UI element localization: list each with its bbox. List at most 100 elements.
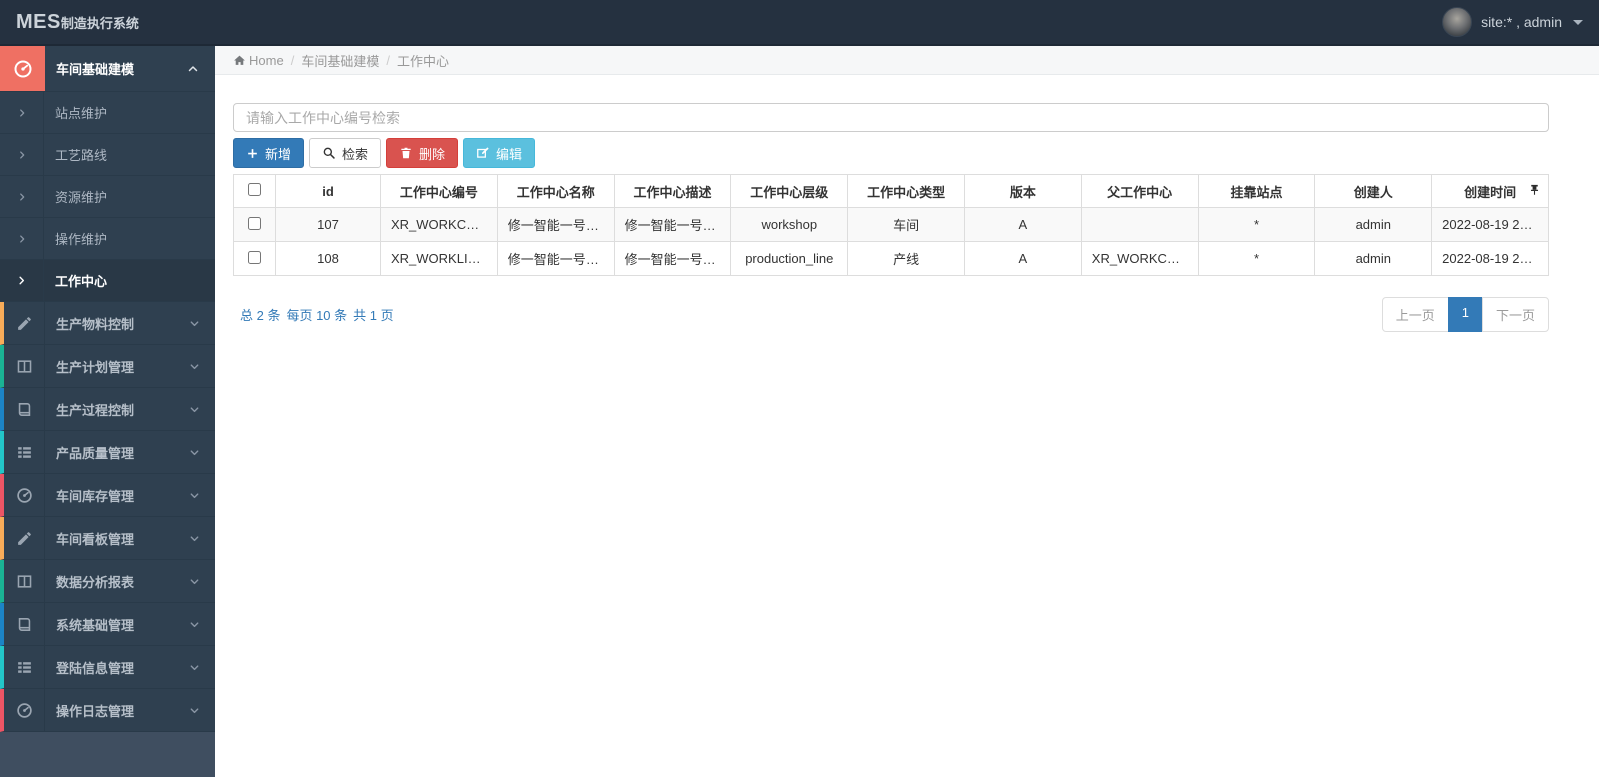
- chevron-down-icon: [189, 302, 215, 344]
- search-icon: [322, 146, 336, 160]
- sidebar-item-production-plan-management[interactable]: 生产计划管理: [0, 345, 215, 388]
- logo-suffix: 制造执行系统: [60, 15, 139, 31]
- chevron-down-icon: [189, 646, 215, 688]
- pagination: 上一页 1 下一页: [1381, 297, 1549, 332]
- pagination-summary: 总 2 条 每页 10 条 共 1 页: [240, 305, 394, 324]
- avatar: [1442, 7, 1473, 37]
- edit-button-label: 编辑: [496, 146, 523, 162]
- sidebar-item-label: 站点维护: [55, 106, 108, 121]
- plus-icon: [246, 147, 259, 160]
- sidebar-item-label: 车间看板管理: [56, 531, 135, 547]
- add-button[interactable]: 新增: [233, 138, 305, 168]
- edit-icon: [4, 517, 45, 559]
- sidebar-item-label: 车间库存管理: [56, 488, 135, 504]
- sidebar-item-production-process-control[interactable]: 生产过程控制: [0, 388, 215, 431]
- sidebar-item-system-basic-management[interactable]: 系统基础管理: [0, 603, 215, 646]
- table-row[interactable]: 107 XR_WORKCEN... 修一智能一号车间 修一智能一号车间 work…: [233, 207, 1549, 242]
- next-page-button[interactable]: 下一页: [1481, 297, 1549, 332]
- breadcrumb: Home / 车间基础建模 / 工作中心: [215, 46, 1599, 75]
- sidebar-item-workshop-kanban-management[interactable]: 车间看板管理: [0, 517, 215, 560]
- row-checkbox[interactable]: [248, 250, 261, 264]
- search-button[interactable]: 检索: [309, 138, 382, 168]
- sidebar-item-label: 生产过程控制: [56, 402, 135, 418]
- delete-button[interactable]: 删除: [386, 138, 459, 168]
- sidebar-item-workshop-inventory-management[interactable]: 车间库存管理: [0, 474, 215, 517]
- column-header-description: 工作中心描述: [613, 174, 732, 208]
- sidebar-item-production-material-control[interactable]: 生产物料控制: [0, 302, 215, 345]
- column-header-version: 版本: [963, 174, 1082, 208]
- pagination-row: 总 2 条 每页 10 条 共 1 页 上一页 1 下一页: [233, 297, 1549, 332]
- page-size-selector[interactable]: 每页 10 条: [286, 305, 347, 324]
- chevron-right-icon: [0, 260, 44, 301]
- dashboard-icon: [4, 689, 45, 731]
- topbar: MES 制造执行系统 site:* , admin: [0, 0, 1599, 46]
- sidebar-item-site-maintenance[interactable]: 站点维护: [0, 92, 215, 134]
- sidebar-item-data-analysis-report[interactable]: 数据分析报表: [0, 560, 215, 603]
- add-button-label: 新增: [265, 146, 292, 162]
- chevron-right-icon: [0, 92, 44, 133]
- chevron-down-icon: [189, 431, 215, 473]
- page-1-button[interactable]: 1: [1447, 297, 1483, 332]
- caret-down-icon: [1573, 19, 1583, 25]
- column-header-creator: 创建人: [1314, 174, 1433, 208]
- column-header-create-time-label: 创建时间: [1464, 184, 1517, 200]
- columns-icon: [4, 560, 45, 602]
- row-checkbox[interactable]: [248, 216, 261, 230]
- row-select-cell: [233, 207, 276, 242]
- edit-button[interactable]: 编辑: [463, 138, 536, 168]
- column-header-id: id: [275, 174, 381, 208]
- sidebar-item-label: 数据分析报表: [56, 574, 135, 590]
- sidebar-item-label: 工作中心: [55, 274, 108, 289]
- dashboard-icon: [0, 46, 45, 91]
- sidebar-item-label: 工艺路线: [55, 148, 108, 163]
- sidebar-item-label: 操作日志管理: [56, 703, 135, 719]
- header-select-all: [233, 174, 276, 208]
- column-header-name: 工作中心名称: [496, 174, 615, 208]
- toolbar: 新增 检索 删除 编辑: [233, 138, 1549, 168]
- book-icon: [4, 603, 45, 645]
- chevron-right-icon: [0, 134, 44, 175]
- sidebar-item-operation-log-management[interactable]: 操作日志管理: [0, 689, 215, 732]
- table-header-row: id 工作中心编号 工作中心名称 工作中心描述 工作中心层级 工作中心类型 版本…: [233, 174, 1549, 208]
- sidebar-item-product-quality-management[interactable]: 产品质量管理: [0, 431, 215, 474]
- prev-page-button[interactable]: 上一页: [1381, 297, 1449, 332]
- app-logo: MES 制造执行系统: [16, 11, 139, 34]
- chevron-down-icon: [189, 345, 215, 387]
- chevron-right-icon: [0, 218, 44, 259]
- column-header-site: 挂靠站点: [1197, 174, 1316, 208]
- sidebar-item-resource-maintenance[interactable]: 资源维护: [0, 176, 215, 218]
- home-icon: [233, 54, 246, 67]
- sidebar-item-operation-maintenance[interactable]: 操作维护: [0, 218, 215, 260]
- select-all-checkbox[interactable]: [248, 183, 261, 196]
- column-header-create-time: 创建时间: [1431, 174, 1549, 208]
- user-menu[interactable]: site:* , admin: [1442, 7, 1583, 37]
- row-select-cell: [233, 241, 276, 276]
- sidebar-item-login-info-management[interactable]: 登陆信息管理: [0, 646, 215, 689]
- sidebar-item-label: 登陆信息管理: [56, 660, 135, 676]
- chevron-down-icon: [189, 603, 215, 645]
- edit-icon: [4, 302, 45, 344]
- sidebar-item-label: 系统基础管理: [56, 617, 135, 633]
- breadcrumb-level1[interactable]: 车间基础建模: [301, 51, 379, 70]
- list-icon: [4, 646, 45, 688]
- total-count-label: 总 2 条: [240, 308, 281, 323]
- chevron-right-icon: [0, 176, 44, 217]
- sidebar-group-workshop-modeling[interactable]: 车间基础建模: [0, 46, 215, 92]
- sidebar-item-label: 操作维护: [55, 232, 108, 247]
- sidebar-item-work-center[interactable]: 工作中心: [0, 260, 215, 302]
- breadcrumb-home[interactable]: Home: [249, 53, 284, 68]
- column-header-level: 工作中心层级: [730, 174, 849, 208]
- column-header-parent: 父工作中心: [1080, 174, 1199, 208]
- trash-icon: [399, 146, 413, 160]
- chevron-down-icon: [189, 388, 215, 430]
- table-row[interactable]: 108 XR_WORKLINE... 修一智能一号S... 修一智能一号S...…: [233, 241, 1549, 276]
- breadcrumb-separator: /: [386, 52, 390, 68]
- sidebar-item-process-route[interactable]: 工艺路线: [0, 134, 215, 176]
- content-area: 新增 检索 删除 编辑 id 工作中心: [215, 103, 1599, 332]
- logo-main: MES: [16, 10, 61, 33]
- search-input[interactable]: [233, 103, 1549, 132]
- sidebar-item-label: 产品质量管理: [56, 445, 135, 461]
- sidebar: 车间基础建模 站点维护 工艺路线 资源维护 操作维护 工作中心 生产物料控制 生…: [0, 46, 215, 777]
- pin-icon[interactable]: [1528, 183, 1541, 199]
- chevron-down-icon: [189, 474, 215, 516]
